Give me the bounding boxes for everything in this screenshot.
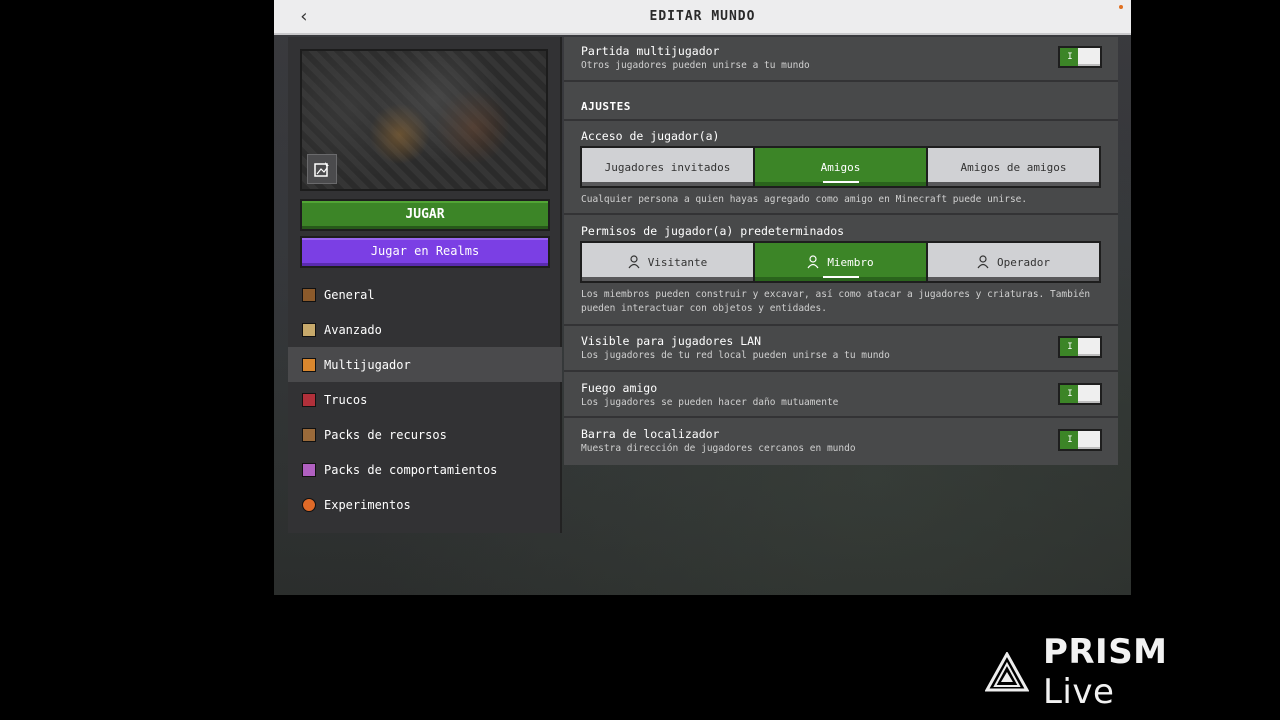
- permission-option-member[interactable]: Miembro: [755, 243, 928, 281]
- left-panel: JUGAR Jugar en Realms General Avanzado M…: [288, 37, 562, 533]
- access-title: Acceso de jugador(a): [581, 129, 720, 143]
- edit-image-icon: [314, 162, 329, 177]
- page-title: EDITAR MUNDO: [649, 9, 756, 24]
- visitor-icon: [628, 255, 640, 269]
- access-description: Cualquier persona a quien hayas agregado…: [581, 194, 1028, 205]
- lan-sub: Los jugadores de tu red local pueden uni…: [581, 350, 890, 361]
- experiments-icon: [302, 497, 316, 512]
- friendly-fire-row: Fuego amigo Los jugadores se pueden hace…: [564, 372, 1118, 418]
- toggle-knob: [1078, 338, 1100, 356]
- sidebar-item-experiments[interactable]: Experimentos: [288, 487, 562, 522]
- option-label: Jugadores invitados: [604, 160, 731, 174]
- friendly-fire-sub: Los jugadores se pueden hacer daño mutua…: [581, 397, 839, 408]
- sidebar-item-cheats[interactable]: Trucos: [288, 382, 562, 417]
- access-option-invited[interactable]: Jugadores invitados: [582, 148, 755, 186]
- lan-row: Visible para jugadores LAN Los jugadores…: [564, 326, 1118, 372]
- sidebar-item-label: Packs de comportamientos: [324, 462, 498, 477]
- access-row: Acceso de jugador(a) Jugadores invitados…: [564, 119, 1118, 215]
- play-button[interactable]: JUGAR: [300, 199, 550, 231]
- resource-packs-icon: [302, 427, 316, 442]
- sidebar-item-label: Trucos: [324, 392, 368, 407]
- multiplayer-icon: [302, 357, 316, 372]
- settings-panel: Partida multijugador Otros jugadores pue…: [564, 37, 1118, 465]
- option-label: Amigos de amigos: [960, 160, 1067, 174]
- header-bar: ‹ EDITAR MUNDO: [274, 0, 1131, 35]
- sidebar-item-label: Multijugador: [324, 357, 411, 372]
- toggle-on-indicator: I: [1060, 48, 1080, 66]
- toggle-on-indicator: I: [1060, 431, 1080, 449]
- option-label: Operador: [997, 255, 1050, 269]
- prism-live-watermark: PRISM Live: [985, 632, 1250, 712]
- permissions-row: Permisos de jugador(a) predeterminados V…: [564, 215, 1118, 326]
- sidebar-nav: General Avanzado Multijugador Trucos Pac…: [288, 277, 562, 522]
- access-option-friends-of-friends[interactable]: Amigos de amigos: [928, 148, 1099, 186]
- toggle-knob: [1078, 385, 1100, 403]
- sidebar-item-label: Packs de recursos: [324, 427, 447, 442]
- sidebar-item-label: Experimentos: [324, 497, 411, 512]
- sidebar-item-label: Avanzado: [324, 322, 382, 337]
- multiplayer-title: Partida multijugador: [581, 44, 720, 58]
- multiplayer-sub: Otros jugadores pueden unirse a tu mundo: [581, 60, 810, 71]
- general-icon: [302, 287, 316, 302]
- watermark-suffix: Live: [1042, 672, 1115, 712]
- edit-world-window: ‹ EDITAR MUNDO JUGAR Jugar en Realms Gen…: [274, 0, 1131, 595]
- sidebar-item-label: General: [324, 287, 375, 302]
- sidebar-item-multiplayer[interactable]: Multijugador: [288, 347, 562, 382]
- prism-logo-icon: [985, 652, 1029, 692]
- notification-dot: [1119, 5, 1123, 9]
- member-icon: [807, 255, 819, 269]
- permissions-description: Los miembros pueden construir y excavar,…: [581, 289, 1091, 314]
- toggle-on-indicator: I: [1060, 385, 1080, 403]
- watermark-text: PRISM Live: [1043, 632, 1250, 712]
- edit-thumbnail-button[interactable]: [307, 154, 337, 184]
- cheats-icon: [302, 392, 316, 407]
- sidebar-item-resource-packs[interactable]: Packs de recursos: [288, 417, 562, 452]
- toggle-knob: [1078, 48, 1100, 66]
- locator-title: Barra de localizador: [581, 427, 720, 441]
- option-label: Amigos: [820, 160, 861, 174]
- operator-icon: [977, 255, 989, 269]
- permissions-title: Permisos de jugador(a) predeterminados: [581, 224, 845, 238]
- locator-sub: Muestra dirección de jugadores cercanos …: [581, 443, 856, 454]
- watermark-brand: PRISM: [1042, 632, 1168, 672]
- toggle-knob: [1078, 431, 1100, 449]
- advanced-icon: [302, 322, 316, 337]
- world-thumbnail: [300, 49, 548, 191]
- access-selector: Jugadores invitados Amigos Amigos de ami…: [580, 146, 1101, 188]
- multiplayer-row: Partida multijugador Otros jugadores pue…: [564, 37, 1118, 82]
- friendly-fire-title: Fuego amigo: [581, 381, 658, 395]
- multiplayer-toggle[interactable]: I: [1058, 46, 1102, 68]
- locator-toggle[interactable]: I: [1058, 429, 1102, 451]
- locator-row: Barra de localizador Muestra dirección d…: [564, 418, 1118, 465]
- sidebar-item-advanced[interactable]: Avanzado: [288, 312, 562, 347]
- friendly-fire-toggle[interactable]: I: [1058, 383, 1102, 405]
- play-realms-button[interactable]: Jugar en Realms: [300, 236, 550, 268]
- toggle-on-indicator: I: [1060, 338, 1080, 356]
- behavior-packs-icon: [302, 462, 316, 477]
- permission-option-visitor[interactable]: Visitante: [582, 243, 755, 281]
- access-option-friends[interactable]: Amigos: [755, 148, 928, 186]
- option-label: Visitante: [647, 255, 708, 269]
- section-title: AJUSTES: [581, 100, 631, 113]
- permissions-selector: Visitante Miembro Operador: [580, 241, 1101, 283]
- permission-option-operator[interactable]: Operador: [928, 243, 1099, 281]
- sidebar-item-behavior-packs[interactable]: Packs de comportamientos: [288, 452, 562, 487]
- lan-title: Visible para jugadores LAN: [581, 334, 762, 348]
- sidebar-item-general[interactable]: General: [288, 277, 562, 312]
- option-label: Miembro: [827, 255, 874, 269]
- lan-toggle[interactable]: I: [1058, 336, 1102, 358]
